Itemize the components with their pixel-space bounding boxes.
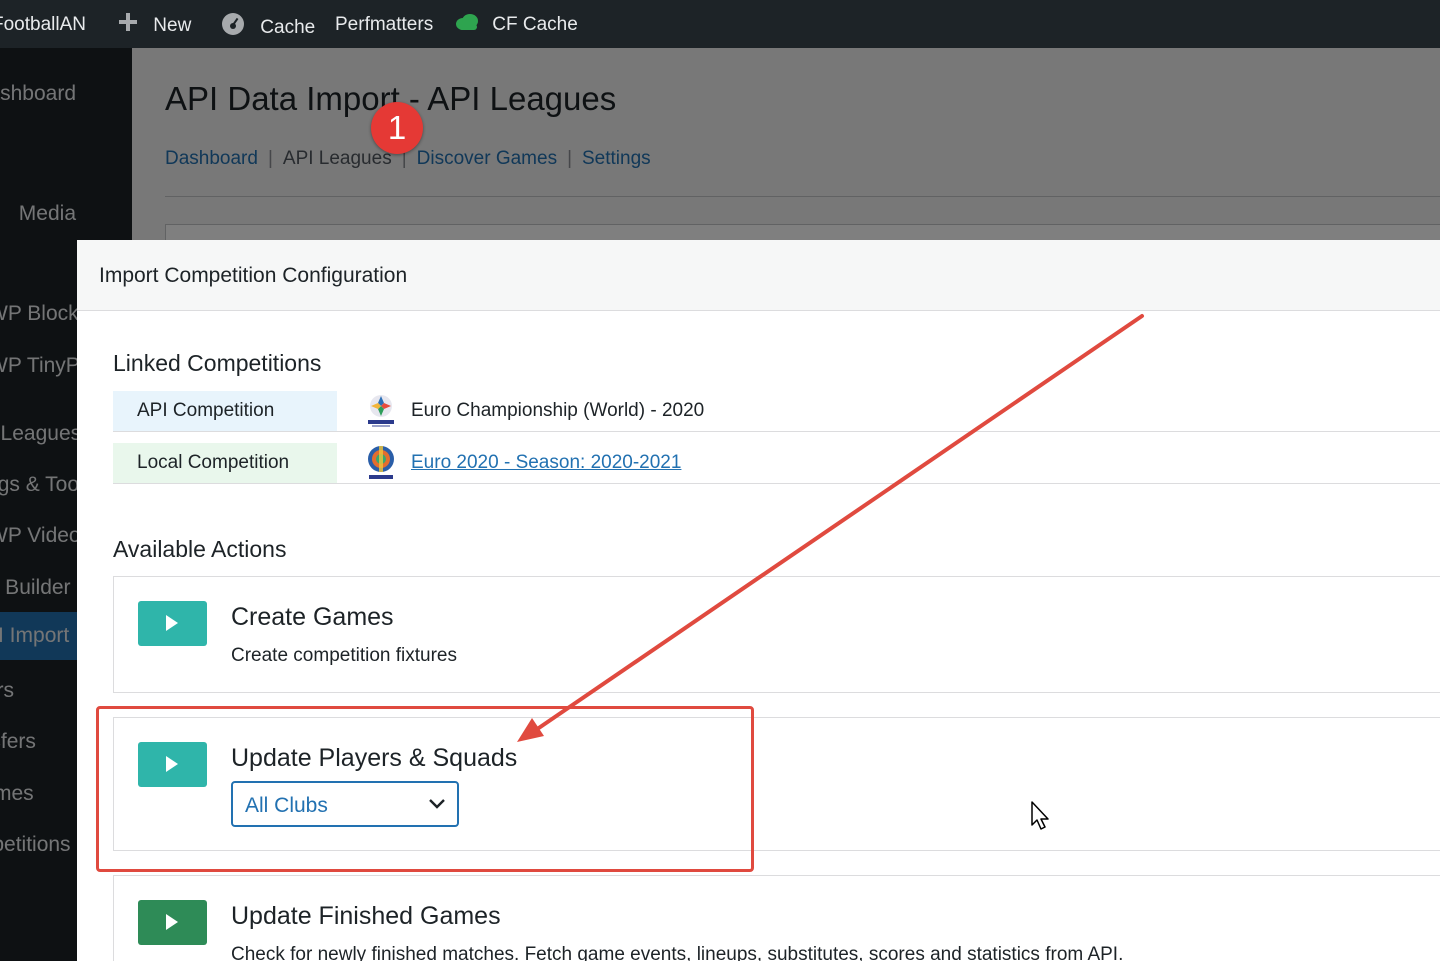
annotation-arrow	[517, 314, 1144, 742]
mouse-cursor-icon	[1031, 801, 1049, 830]
